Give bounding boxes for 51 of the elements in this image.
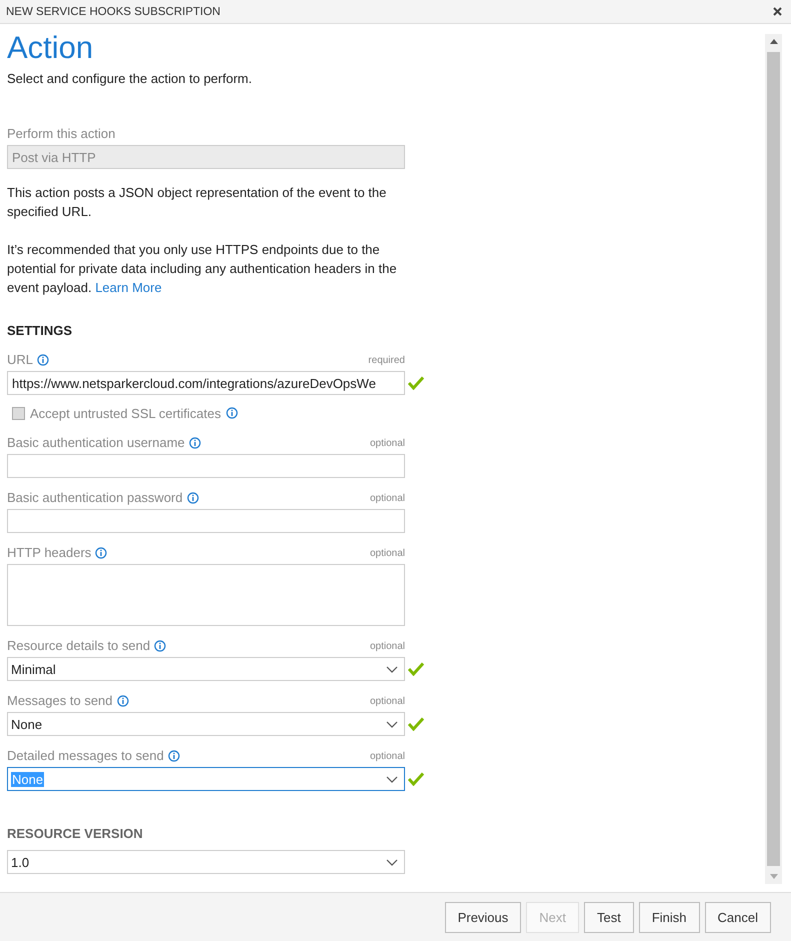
- chevron-down-icon[interactable]: [386, 776, 398, 782]
- field-label: URL: [7, 351, 34, 369]
- input-field[interactable]: [7, 454, 405, 478]
- info-icon[interactable]: [168, 750, 180, 762]
- dialog-button[interactable]: Test: [584, 902, 634, 932]
- dropdown[interactable]: None: [7, 712, 405, 736]
- info-icon[interactable]: [226, 407, 238, 419]
- info-icon[interactable]: [154, 640, 166, 652]
- field-hint: required: [368, 354, 405, 366]
- field-label: Basic authentication username: [7, 434, 185, 452]
- input-field[interactable]: https://www.netsparkercloud.com/integrations/azureDevOpsWe: [7, 371, 405, 395]
- scroll-thumb[interactable]: [767, 52, 780, 866]
- info-icon[interactable]: [95, 547, 108, 559]
- info-icon[interactable]: [186, 492, 199, 504]
- chevron-down-icon[interactable]: [386, 720, 398, 728]
- note-text: It’s recommended that you only use HTTPS endpoints due to the potential for private data including any authentication headers in the event payload. Learn More: [7, 241, 398, 297]
- dropdown[interactable]: 1.0: [7, 850, 405, 874]
- scroll-up-icon[interactable]: [770, 39, 778, 44]
- description-text: This action posts a JSON object representation of the event to the specified URL.: [7, 184, 388, 221]
- dialog-button[interactable]: Finish: [638, 902, 700, 932]
- scrollbar[interactable]: [765, 34, 782, 884]
- section-heading: SETTINGS: [7, 322, 74, 340]
- learn-more-link[interactable]: Learn More: [95, 280, 162, 295]
- page-subtitle: Select and configure the action to perform.: [7, 70, 253, 88]
- chevron-down-icon[interactable]: [386, 666, 398, 672]
- chevron-down-icon[interactable]: [386, 858, 398, 866]
- checkbox-label: Accept untrusted SSL certificates: [30, 406, 222, 420]
- window-title: NEW SERVICE HOOKS SUBSCRIPTION: [6, 6, 220, 18]
- field-label: Messages to send: [7, 692, 113, 710]
- info-icon[interactable]: [116, 695, 129, 707]
- field-hint: optional: [370, 492, 405, 504]
- field-hint: optional: [370, 548, 405, 558]
- field-hint: optional: [370, 750, 405, 762]
- checkbox[interactable]: [12, 406, 25, 420]
- info-icon[interactable]: [37, 354, 50, 366]
- dialog-button[interactable]: Previous: [444, 902, 522, 932]
- field-hint: optional: [370, 438, 405, 448]
- dropdown[interactable]: Minimal: [7, 657, 405, 681]
- field-hint: optional: [370, 696, 405, 706]
- field-label: Perform this action: [7, 125, 116, 143]
- field-label: Resource details to send: [7, 637, 150, 655]
- field-label: Basic authentication password: [7, 489, 183, 507]
- input-field[interactable]: [7, 509, 405, 533]
- page-title: Action: [7, 32, 94, 64]
- field-label: Detailed messages to send: [7, 747, 164, 765]
- field-hint: optional: [370, 640, 405, 652]
- field-label: HTTP headers: [7, 544, 92, 562]
- close-icon[interactable]: [773, 7, 782, 16]
- info-icon[interactable]: [188, 437, 201, 449]
- dialog-button[interactable]: Cancel: [704, 902, 771, 932]
- section-heading: RESOURCE VERSION: [7, 825, 144, 843]
